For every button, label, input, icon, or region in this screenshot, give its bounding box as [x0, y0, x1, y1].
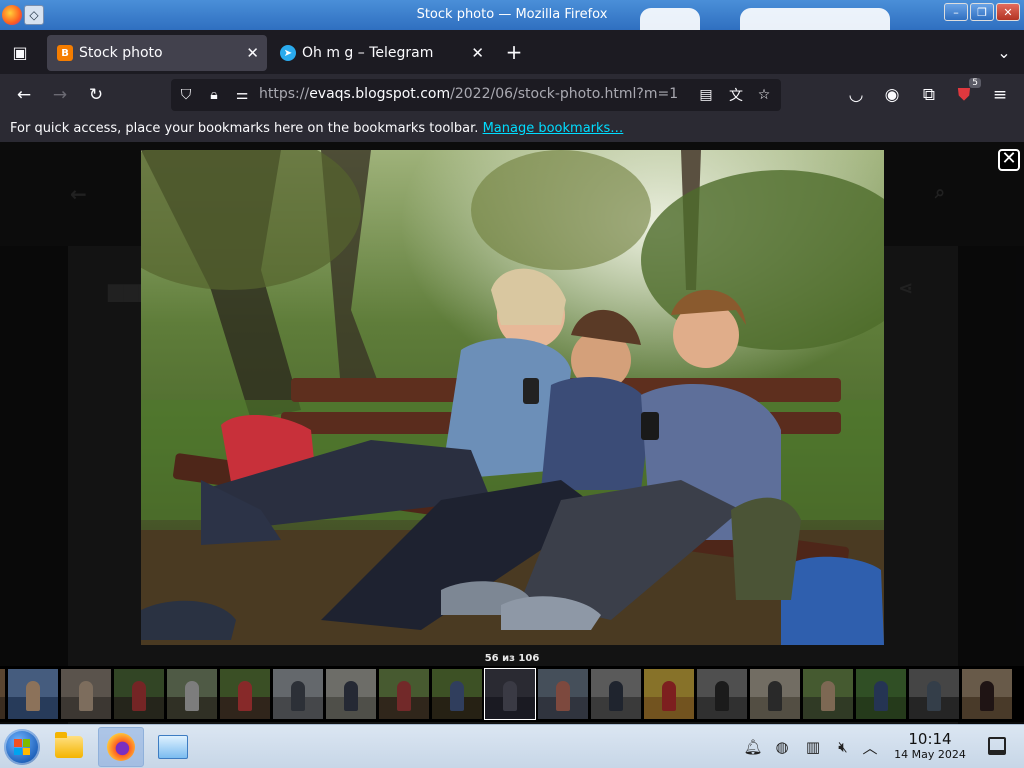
extension-badge: 5: [969, 78, 981, 88]
bookmarks-hint: For quick access, place your bookmarks h…: [10, 121, 479, 136]
tab-stock-photo[interactable]: B Stock photo ✕: [47, 35, 267, 71]
file-manager-task[interactable]: [46, 727, 92, 767]
forward-icon[interactable]: →: [49, 84, 71, 106]
thumbnail[interactable]: [856, 669, 906, 719]
lightbox-photo: [141, 150, 884, 645]
network-icon[interactable]: ◍: [772, 737, 792, 757]
thumbnail[interactable]: [167, 669, 217, 719]
url-bar[interactable]: ⛉ 🔒︎ ⚌ https://evaqs.blogspot.com/2022/0…: [171, 79, 781, 111]
taskbar: 🔔︎ ◍ ▥ 🔇︎ ︿ 10:14 14 May 2024: [0, 724, 1024, 768]
thumbnail-strip: [0, 666, 1024, 722]
menu-icon[interactable]: ≡: [989, 84, 1011, 106]
tray-expand-icon[interactable]: ︿: [860, 737, 880, 757]
list-all-tabs-icon[interactable]: ⌄: [994, 42, 1014, 62]
blogger-icon: B: [57, 45, 73, 61]
tracking-protection-icon[interactable]: ⛉: [177, 86, 195, 104]
notifications-icon[interactable]: 🔔︎: [743, 737, 763, 757]
firefox-view-icon[interactable]: ▣: [10, 42, 30, 62]
account-icon[interactable]: ◉: [881, 84, 903, 106]
clock-time: 10:14: [908, 730, 952, 748]
back-icon[interactable]: ←: [13, 84, 35, 106]
bookmark-star-icon[interactable]: ☆: [755, 86, 773, 104]
bookmarks-toolbar: For quick access, place your bookmarks h…: [0, 116, 1024, 142]
window-titlebar: ◇ Stock photo — Mozilla Firefox – ❐ ✕: [0, 0, 1024, 30]
thumbnail[interactable]: [220, 669, 270, 719]
thumbnail[interactable]: [379, 669, 429, 719]
telegram-icon: ➤: [280, 45, 296, 61]
thumbnail[interactable]: [273, 669, 323, 719]
reader-view-icon[interactable]: ▤: [697, 86, 715, 104]
thumbnail[interactable]: [909, 669, 959, 719]
tab-close-icon[interactable]: ✕: [471, 44, 484, 62]
translate-icon[interactable]: 文: [727, 86, 745, 104]
control-panel-task[interactable]: [150, 727, 196, 767]
reload-icon[interactable]: ↻: [85, 84, 107, 106]
thumbnail[interactable]: [962, 669, 1012, 719]
firefox-icon: [107, 733, 135, 761]
pocket-icon[interactable]: ◡: [845, 84, 867, 106]
firefox-task[interactable]: [98, 727, 144, 767]
clipboard-icon[interactable]: ▥: [803, 737, 823, 757]
tab-close-icon[interactable]: ✕: [246, 44, 259, 62]
thumbnail[interactable]: [803, 669, 853, 719]
thumbnail[interactable]: [8, 669, 58, 719]
start-button[interactable]: [4, 729, 40, 765]
thumbnail[interactable]: [0, 669, 5, 719]
thumbnail[interactable]: [697, 669, 747, 719]
folder-icon: [55, 732, 83, 758]
clock-date: 14 May 2024: [894, 748, 966, 761]
new-tab-icon[interactable]: +: [504, 40, 524, 64]
control-panel-icon: [158, 735, 188, 759]
volume-muted-icon[interactable]: 🔇︎: [833, 737, 853, 757]
thumbnail-active[interactable]: [484, 668, 536, 720]
thumbnail[interactable]: [326, 669, 376, 719]
clock[interactable]: 10:14 14 May 2024: [880, 730, 980, 761]
tab-label: Stock photo: [79, 45, 163, 61]
thumbnail[interactable]: [750, 669, 800, 719]
manage-bookmarks-link[interactable]: Manage bookmarks…: [483, 121, 624, 136]
thumbnail[interactable]: [591, 669, 641, 719]
permissions-icon[interactable]: ⚌: [233, 86, 251, 104]
maximize-button[interactable]: ❐: [970, 3, 994, 21]
image-counter: 56 из 106: [484, 653, 540, 664]
photo-children-on-bench: [141, 150, 884, 645]
navigation-toolbar: ← → ↻ ⛉ 🔒︎ ⚌ https://evaqs.blogspot.com/…: [0, 74, 1024, 116]
url-text[interactable]: https://evaqs.blogspot.com/2022/06/stock…: [259, 86, 678, 102]
ublock-icon[interactable]: ⛊ 5: [953, 78, 981, 106]
lock-icon[interactable]: 🔒︎: [205, 86, 223, 104]
lightbox-close-button[interactable]: ✕: [998, 149, 1020, 171]
page-content: ← ⌕ ▆▆▆ ⋖ ✕ 56 из 106: [0, 142, 1024, 724]
thumbnail[interactable]: [61, 669, 111, 719]
close-window-button[interactable]: ✕: [996, 3, 1020, 21]
tab-bar: ▣ B Stock photo ✕ ➤ Oh m g – Telegram ✕ …: [0, 30, 1024, 74]
window-title: Stock photo — Mozilla Firefox: [416, 7, 608, 22]
thumbnail[interactable]: [538, 669, 588, 719]
thumbnail[interactable]: [114, 669, 164, 719]
tab-label: Oh m g – Telegram: [302, 45, 434, 61]
thumbnail[interactable]: [432, 669, 482, 719]
thumbnail[interactable]: [644, 669, 694, 719]
minimize-button[interactable]: –: [944, 3, 968, 21]
show-desktop-icon[interactable]: [988, 737, 1006, 755]
tab-telegram[interactable]: ➤ Oh m g – Telegram ✕: [270, 35, 492, 71]
extensions-icon[interactable]: ⧉: [918, 84, 940, 106]
